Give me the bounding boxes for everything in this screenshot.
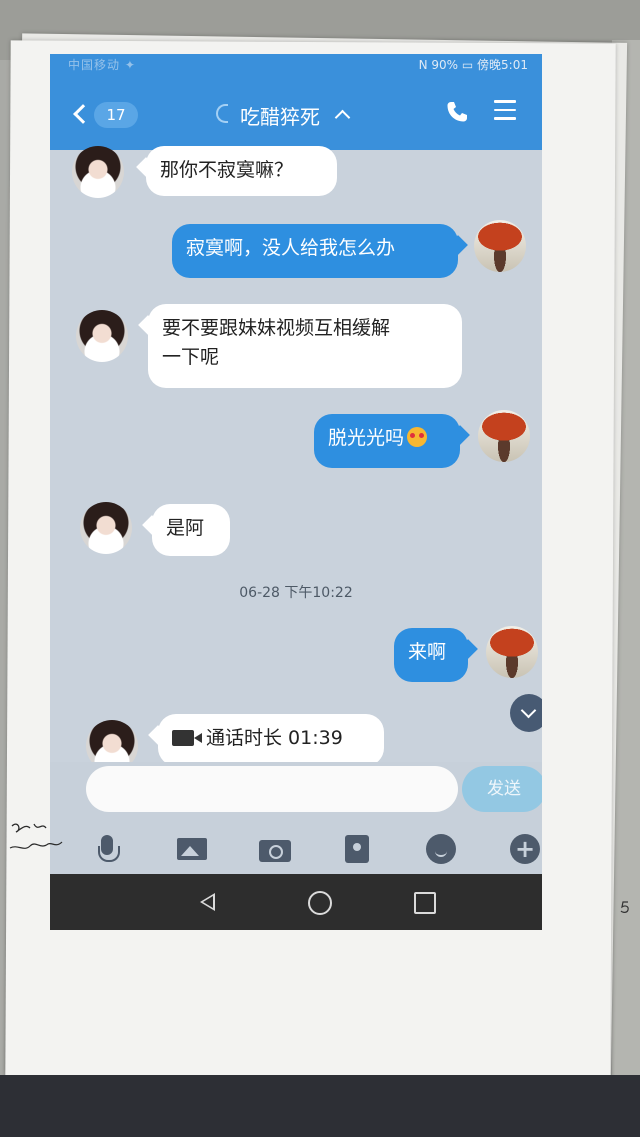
contact-avatar[interactable] (72, 146, 124, 198)
contact-avatar[interactable] (80, 502, 132, 554)
system-back-icon[interactable] (200, 893, 215, 911)
message-bubble-incoming[interactable]: 那你不寂寞嘛？ (146, 146, 337, 196)
input-bar: 发送 (50, 762, 542, 824)
scroll-to-bottom-button[interactable] (510, 694, 542, 732)
chat-title[interactable]: 吃醋猝死 (240, 101, 320, 130)
chat-toolbar (50, 824, 542, 874)
status-bar: 中国移动 ✦ N 90% ▭ 傍晚5:01 (50, 54, 542, 72)
message-bubble-outgoing[interactable]: 来啊 (394, 628, 468, 682)
menu-icon[interactable] (494, 100, 516, 120)
red-packet-icon[interactable] (340, 832, 374, 866)
emoji-icon[interactable] (424, 832, 458, 866)
user-avatar[interactable] (486, 626, 538, 678)
call-duration-text: 通话时长 01:39 (206, 727, 343, 749)
message-text: 来啊 (408, 641, 447, 663)
message-text-line: 要不要跟妹妹视频互相缓解 (162, 317, 391, 339)
message-input[interactable] (86, 766, 458, 812)
user-avatar[interactable] (474, 220, 526, 272)
message-text: 脱光光吗 (328, 427, 405, 449)
message-bubble-outgoing[interactable]: 脱光光吗 (314, 414, 460, 468)
video-camera-icon (172, 730, 202, 746)
message-bubble-outgoing[interactable]: 寂寞啊，没人给我怎么办 (172, 224, 458, 278)
contact-avatar[interactable] (76, 310, 128, 362)
system-navigation-bar (50, 874, 542, 930)
send-button[interactable]: 发送 (462, 766, 542, 812)
desk-foreground (0, 1075, 640, 1137)
status-right: N 90% ▭ 傍晚5:01 (418, 58, 528, 72)
system-home-icon[interactable] (308, 891, 332, 915)
page-number-mark (620, 901, 629, 913)
message-text-line: 一下呢 (162, 346, 220, 368)
phone-screen: 中国移动 ✦ N 90% ▭ 傍晚5:01 17 吃醋猝死 那你不寂寞嘛？ 寂寞… (50, 54, 542, 930)
message-bubble-incoming[interactable]: 是阿 (152, 504, 230, 556)
chat-header: 17 吃醋猝死 (50, 72, 542, 150)
message-text: 是阿 (166, 517, 205, 539)
message-timestamp: 06-28 下午10:22 (239, 585, 353, 601)
message-text: 那你不寂寞嘛？ (160, 159, 294, 181)
earpiece-icon (216, 104, 228, 123)
camera-icon[interactable] (258, 832, 292, 866)
unread-count-badge[interactable]: 17 (94, 102, 138, 128)
message-text: 寂寞啊，没人给我怎么办 (186, 237, 396, 259)
video-call-bubble[interactable]: 通话时长 01:39 (158, 714, 384, 766)
back-arrow-icon[interactable] (73, 104, 93, 124)
image-icon[interactable] (175, 832, 209, 866)
phone-call-icon[interactable] (445, 100, 469, 124)
chevron-up-icon[interactable] (334, 109, 351, 126)
plus-icon[interactable] (508, 832, 542, 866)
mic-icon[interactable] (90, 832, 124, 866)
star-struck-emoji-icon (407, 427, 428, 447)
system-recents-icon[interactable] (414, 892, 436, 914)
message-bubble-incoming[interactable]: 要不要跟妹妹视频互相缓解 一下呢 (148, 304, 462, 388)
handwritten-signature (9, 823, 63, 849)
carrier-text: 中国移动 ✦ (68, 58, 136, 72)
user-avatar[interactable] (478, 410, 530, 462)
